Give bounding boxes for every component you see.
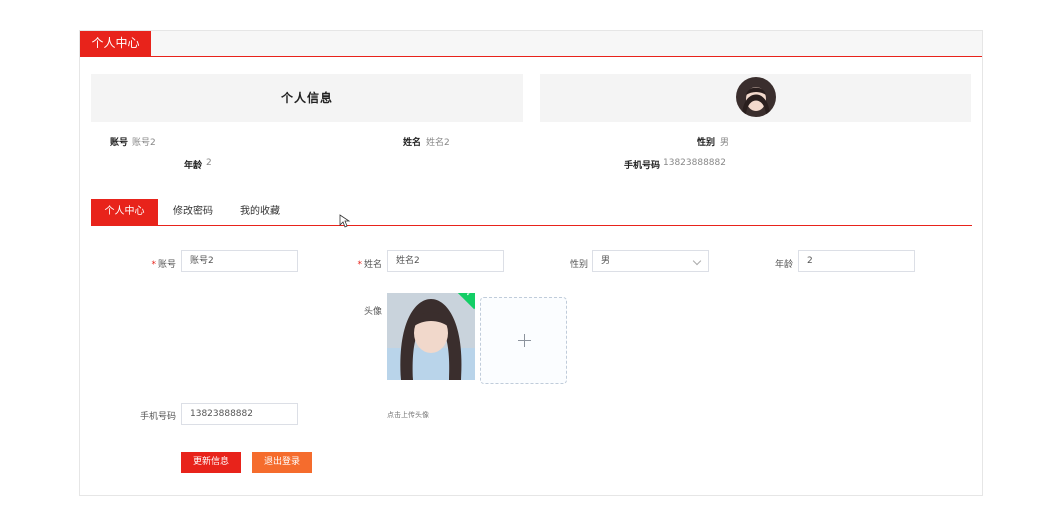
- cursor-icon: [339, 214, 351, 228]
- info-phone-value: 13823888882: [663, 158, 726, 168]
- header-tab-personal-center[interactable]: 个人中心: [80, 31, 151, 56]
- phone-field[interactable]: 13823888882: [181, 403, 298, 425]
- update-info-button[interactable]: 更新信息: [181, 452, 241, 473]
- plus-icon-vertical: [524, 334, 525, 347]
- gender-select-value: 男: [601, 256, 611, 266]
- form-name-label: * 姓名: [357, 260, 382, 270]
- age-field[interactable]: 2: [798, 250, 915, 272]
- tab-personal-center[interactable]: 个人中心: [91, 199, 158, 225]
- info-name-label: 姓名: [403, 138, 422, 148]
- tab-my-favorites[interactable]: 我的收藏: [236, 199, 284, 225]
- gender-select[interactable]: 男: [592, 250, 709, 272]
- form-account-label: * 账号: [151, 260, 176, 270]
- account-field[interactable]: 账号2: [181, 250, 298, 272]
- tab-change-password[interactable]: 修改密码: [169, 199, 217, 225]
- info-age-value: 2: [206, 158, 212, 168]
- form-gender-label: 性别: [569, 260, 588, 270]
- form-age-label: 年龄: [774, 260, 793, 270]
- info-phone-label: 手机号码: [624, 161, 661, 171]
- tab-bar: 个人中心 修改密码 我的收藏: [91, 199, 972, 226]
- panel-header: 个人中心: [80, 31, 982, 57]
- avatar: [736, 77, 776, 117]
- info-avatar-box: [540, 74, 971, 122]
- form-phone-label: 手机号码: [139, 412, 176, 422]
- info-gender-label: 性别: [697, 138, 716, 148]
- info-gender-value: 男: [720, 138, 730, 148]
- info-name-value: 姓名2: [426, 138, 450, 148]
- info-account-value: 账号2: [132, 138, 156, 148]
- info-title-box: 个人信息: [91, 74, 523, 122]
- logout-button[interactable]: 退出登录: [252, 452, 312, 473]
- avatar-upload-hint: 点击上传头像: [387, 411, 429, 419]
- info-age-label: 年龄: [184, 161, 203, 171]
- form-avatar-label: 头像: [363, 307, 382, 317]
- chevron-down-icon: [692, 256, 702, 266]
- avatar-upload-button[interactable]: [480, 297, 567, 384]
- avatar-preview[interactable]: ✓: [387, 293, 475, 380]
- info-account-label: 账号: [110, 138, 129, 148]
- name-field[interactable]: 姓名2: [387, 250, 504, 272]
- personal-center-panel: 个人中心 个人信息 账号 账号2 姓名 姓名2 性别 男 年龄 2 手机号码 1…: [79, 30, 983, 496]
